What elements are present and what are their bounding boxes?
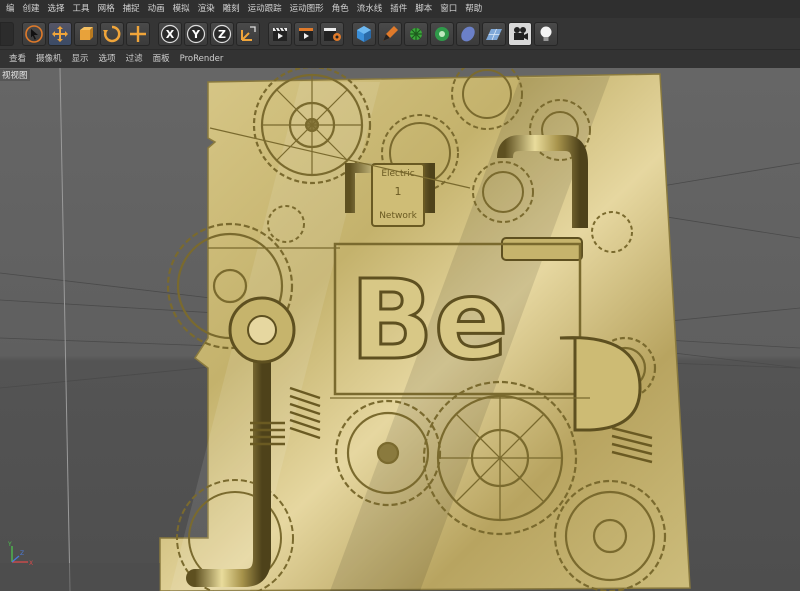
axis-y-label: Y [7,541,12,548]
axis-x-label: X [29,560,33,567]
view-menu-filter[interactable]: 过滤 [121,50,148,68]
cursor-icon [25,24,43,43]
rotate-icon [103,25,121,42]
scale-cube-icon [80,26,93,40]
render-settings-button[interactable] [320,21,344,46]
rotate-tool-button[interactable] [100,21,124,46]
subdivision-icon [410,27,422,40]
y-axis-lock-button[interactable]: Y [184,21,208,46]
sign-line-3: Network [379,211,417,221]
z-axis-lock-button[interactable]: Z [210,21,234,46]
camera-button[interactable] [508,21,532,46]
menu-item-pipeline[interactable]: 流水线 [353,0,387,18]
view-menu-panel[interactable]: 面板 [148,50,175,68]
main-toolbar: X Y Z [0,18,800,50]
menu-item-snap[interactable]: 捕捉 [119,0,144,18]
cube-primitive-button[interactable] [352,21,376,46]
clapper-play-icon [299,27,313,41]
scene-render: Electric 1 Network Be [0,68,800,591]
pen-spline-button[interactable] [378,21,402,46]
y-axis-icon: Y [186,24,206,43]
view-menu-prorender[interactable]: ProRender [175,50,229,68]
view-menu-display[interactable]: 显示 [67,50,94,68]
menu-item-animate[interactable]: 动画 [144,0,169,18]
render-view-button[interactable] [268,21,292,46]
pen-icon [383,25,398,41]
menu-item-help[interactable]: 帮助 [461,0,486,18]
viewport-name-label[interactable]: 视视图 [0,69,30,81]
view-menu-cameras[interactable]: 摄像机 [31,50,67,68]
menu-item-plugins[interactable]: 插件 [386,0,411,18]
undo-partial-button[interactable] [0,21,14,46]
viewport-menu-bar: 查看 摄像机 显示 选项 过滤 面板 ProRender [0,50,800,68]
floor-button[interactable] [482,21,506,46]
menu-item-edit[interactable]: 编 [2,0,19,18]
menu-item-sculpt[interactable]: 雕刻 [219,0,244,18]
move-arrows-icon [52,25,68,42]
be-logo: Be [350,256,508,384]
menu-item-character[interactable]: 角色 [328,0,353,18]
menu-item-motion-tracking[interactable]: 运动跟踪 [244,0,286,18]
cube-icon [357,25,371,42]
transform-tool-button[interactable] [126,21,150,46]
light-button[interactable] [534,21,558,46]
deformer-button[interactable] [456,21,480,46]
svg-text:Y: Y [191,28,201,41]
menu-item-create[interactable]: 创建 [19,0,44,18]
menu-item-tools[interactable]: 工具 [69,0,94,18]
menu-bar: 编 创建 选择 工具 网格 捕捉 动画 模拟 渲染 雕刻 运动跟踪 运动图形 角… [0,0,800,18]
menu-item-select[interactable]: 选择 [44,0,69,18]
scale-tool-button[interactable] [74,21,98,46]
axis-gizmo: Y X Z [7,541,33,567]
menu-item-window[interactable]: 窗口 [436,0,461,18]
menu-item-mesh[interactable]: 网格 [94,0,119,18]
array-gear-icon [435,26,449,41]
menu-item-mograph[interactable]: 运动图形 [286,0,328,18]
view-menu-view[interactable]: 查看 [4,50,31,68]
svg-text:Z: Z [218,28,226,41]
subdivision-surface-button[interactable] [404,21,428,46]
array-button[interactable] [430,21,454,46]
camera-icon [514,26,528,40]
select-tool-button[interactable] [22,21,46,46]
coordinate-system-button[interactable] [236,21,260,46]
x-axis-icon: X [160,24,180,43]
coordinate-icon [241,25,256,41]
z-axis-icon: Z [212,24,232,43]
menu-item-simulate[interactable]: 模拟 [169,0,194,18]
svg-text:X: X [166,28,175,41]
move-tool-button[interactable] [48,21,72,46]
menu-item-script[interactable]: 脚本 [411,0,436,18]
clapper-gear-icon [324,27,341,41]
deformer-icon [461,26,475,41]
pipe-connector [501,237,583,261]
sign-line-2: 1 [395,185,402,198]
view-menu-options[interactable]: 选项 [94,50,121,68]
crosshair-icon [130,25,146,42]
3d-viewport[interactable]: Electric 1 Network Be 视视图 Y X Z [0,68,800,591]
floor-grid-icon [486,28,502,40]
clapper-icon [273,27,287,41]
x-axis-lock-button[interactable]: X [158,21,182,46]
render-to-picture-viewer-button[interactable] [294,21,318,46]
menu-item-render[interactable]: 渲染 [194,0,219,18]
axis-z-label: Z [20,550,24,557]
light-bulb-icon [540,26,552,41]
